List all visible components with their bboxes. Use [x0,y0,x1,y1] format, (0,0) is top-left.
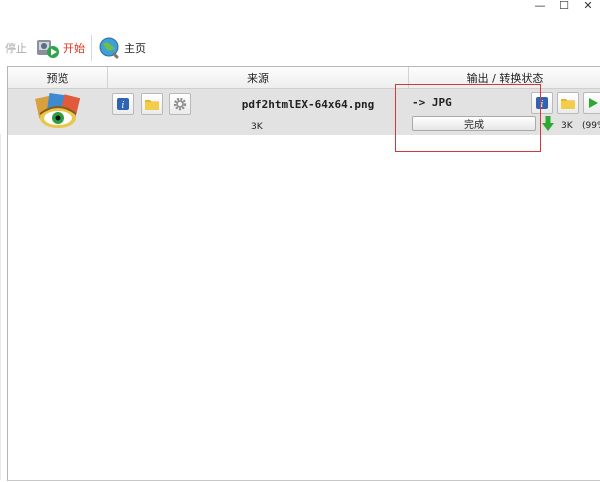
toolbar-separator [91,35,92,61]
start-label: 开始 [63,42,85,55]
toolbar: 停止 开始 主页 [0,32,600,64]
stop-label: 停止 [5,42,27,55]
status-label: 完成 [464,120,484,131]
header-preview[interactable]: 预览 [8,67,108,88]
source-folder-button[interactable] [141,93,163,115]
source-settings-button[interactable] [169,93,191,115]
output-percent: (99% [582,121,600,131]
header-source[interactable]: 来源 [108,67,409,88]
start-button[interactable]: 开始 [31,34,89,62]
table-row[interactable]: i pdf2htmlEX-64x64.png 3K -> JPG 完成 i 3K… [8,89,600,135]
window-controls: — ☐ ✕ [528,0,600,14]
stop-button[interactable]: 停止 [0,34,31,62]
preview-thumbnail-icon [35,92,81,128]
download-arrow-icon [542,116,554,131]
play-icon [588,98,598,108]
output-play-button[interactable] [583,92,600,114]
folder-icon [561,99,575,109]
grid-header: 预览 来源 输出 / 转换状态 [8,67,600,89]
file-list-grid: 预览 来源 输出 / 转换状态 i pdf2htmlEX-64x64.png 3… [7,66,600,481]
home-button[interactable]: 主页 [94,34,150,62]
home-label: 主页 [124,42,146,55]
close-button[interactable]: ✕ [576,0,600,14]
source-info-button[interactable]: i [112,93,134,115]
minimize-button[interactable]: — [528,0,552,14]
status-progress-bar: 完成 [412,116,536,131]
folder-icon [145,100,159,110]
gear-icon [173,97,187,111]
output-filesize: 3K [561,121,573,131]
source-filename: pdf2htmlEX-64x64.png [241,98,375,111]
source-filesize: 3K [251,122,263,132]
maximize-button[interactable]: ☐ [552,0,576,14]
output-info-button[interactable]: i [531,92,553,114]
info-icon: i [536,97,548,109]
svg-text:i: i [122,101,125,110]
info-icon: i [117,98,129,110]
svg-text:i: i [541,100,544,109]
output-folder-button[interactable] [557,92,579,114]
output-format: -> JPG [412,96,452,109]
left-divider [0,134,1,480]
start-icon [37,40,59,58]
home-globe-icon [99,37,119,59]
header-output[interactable]: 输出 / 转换状态 [409,67,600,88]
